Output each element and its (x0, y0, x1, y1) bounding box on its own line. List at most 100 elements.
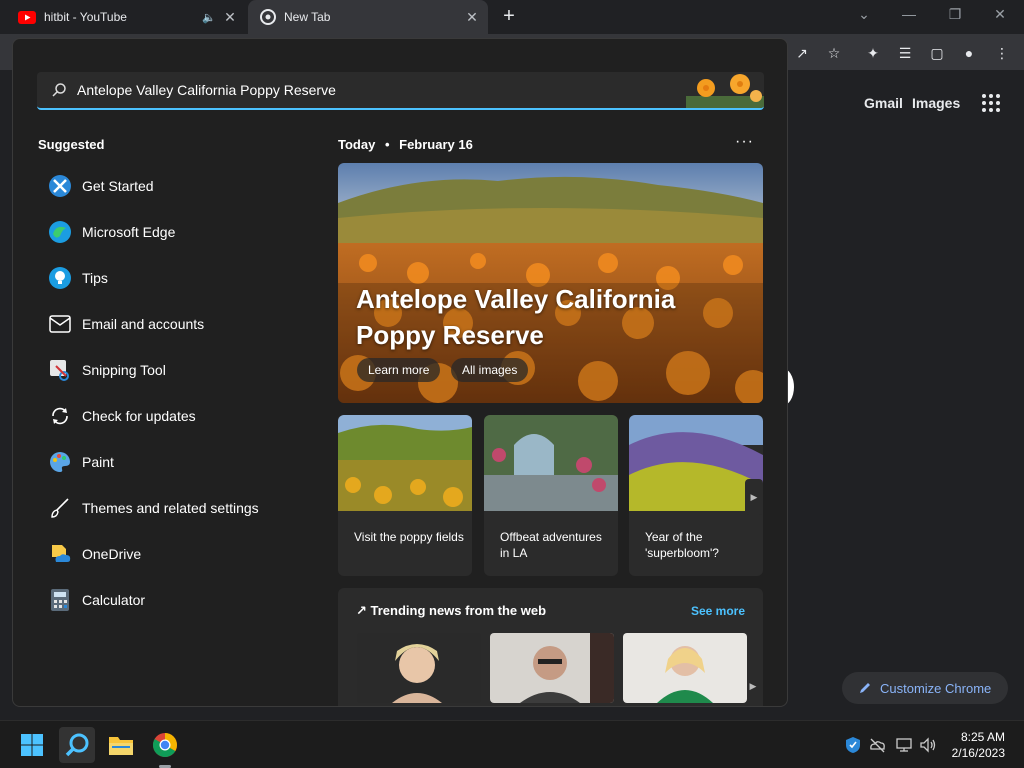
start-button[interactable] (14, 727, 50, 763)
tab-title: hitbit - YouTube (44, 10, 127, 24)
search-icon (52, 83, 66, 97)
today-header: Today • February 16 (338, 137, 473, 152)
gmail-link[interactable]: Gmail (864, 95, 903, 111)
restore-icon[interactable]: ❐ (943, 6, 967, 26)
pencil-icon (860, 683, 870, 693)
suggested-item-get-started[interactable]: Get Started (47, 170, 154, 202)
card-image (629, 415, 763, 511)
suggested-item-email[interactable]: Email and accounts (47, 308, 204, 340)
tips-icon (47, 265, 73, 291)
card-caption: Year of the 'superbloom'? (645, 530, 719, 560)
tab-new-tab[interactable]: New Tab ✕ (248, 0, 488, 34)
file-explorer-button[interactable] (103, 727, 139, 763)
trending-next-icon[interactable]: ▶ (746, 673, 760, 699)
suggested-item-check-updates[interactable]: Check for updates (47, 400, 196, 432)
speaker-icon[interactable]: 🔈 (202, 11, 220, 24)
windows-search-panel: Suggested Get Started Microsoft Edge Tip… (12, 38, 788, 707)
tab-youtube[interactable]: hitbit - YouTube 🔈 ✕ (8, 0, 246, 34)
chrome-icon (152, 733, 177, 758)
search-input[interactable] (77, 72, 677, 108)
close-tab-icon[interactable]: ✕ (462, 9, 482, 26)
extensions-icon[interactable]: ✦ (864, 44, 882, 62)
suggested-item-calculator[interactable]: Calculator (47, 584, 145, 616)
tab-search-chevron-icon[interactable]: ⌄ (852, 6, 876, 26)
suggested-item-label: Microsoft Edge (82, 224, 176, 240)
tab-strip: hitbit - YouTube 🔈 ✕ New Tab ✕ + ⌄ — ❐ ✕ (0, 0, 1024, 34)
suggested-item-microsoft-edge[interactable]: Microsoft Edge (47, 216, 175, 248)
suggested-item-label: Check for updates (82, 408, 196, 424)
suggested-item-label: Get Started (82, 178, 154, 194)
suggested-item-themes[interactable]: Themes and related settings (47, 492, 259, 524)
get-started-icon (47, 173, 73, 199)
paint-icon (47, 449, 73, 475)
card-caption: Offbeat adventures in LA (500, 530, 602, 560)
card-caption: Visit the poppy fields (354, 530, 464, 544)
suggested-item-label: Themes and related settings (82, 500, 259, 516)
card-image (338, 415, 472, 511)
chrome-taskbar-button[interactable] (147, 727, 183, 763)
learn-more-button[interactable]: Learn more (357, 358, 441, 382)
hero-title: Antelope Valley California Poppy Reserve (356, 284, 676, 350)
calculator-icon (47, 587, 73, 613)
story-card[interactable]: Year of the 'superbloom'? (629, 415, 763, 576)
folder-icon (109, 737, 133, 755)
suggested-item-label: Email and accounts (82, 316, 205, 332)
network-icon[interactable] (895, 736, 913, 754)
close-window-icon[interactable]: ✕ (988, 6, 1012, 26)
suggested-heading: Suggested (38, 137, 105, 152)
today-date: February 16 (399, 137, 473, 152)
search-icon (65, 733, 89, 757)
minimize-icon[interactable]: — (897, 6, 921, 26)
youtube-icon (18, 10, 36, 24)
close-tab-icon[interactable]: ✕ (220, 9, 240, 26)
hero-card[interactable]: Antelope Valley California Poppy Reserve… (338, 163, 763, 403)
volume-icon[interactable] (919, 736, 937, 754)
chrome-icon (260, 9, 276, 25)
suggested-item-label: Snipping Tool (82, 362, 166, 378)
trending-arrow-icon: ↗ (356, 603, 371, 618)
suggested-item-label: Tips (82, 270, 108, 286)
poppy-illustration (686, 74, 764, 108)
today-separator: • (384, 137, 390, 152)
customize-chrome-button[interactable]: Customize Chrome (842, 672, 1008, 704)
suggested-item-label: Calculator (82, 592, 146, 608)
snipping-tool-icon (47, 357, 73, 383)
side-panel-icon[interactable]: ▢ (928, 44, 946, 62)
share-icon[interactable]: ↗ (793, 44, 811, 62)
suggested-item-snipping-tool[interactable]: Snipping Tool (47, 354, 166, 386)
trending-thumbnail[interactable] (490, 633, 614, 703)
media-controls-icon[interactable]: ☰ (896, 44, 914, 62)
suggested-item-tips[interactable]: Tips (47, 262, 108, 294)
profile-icon[interactable]: ● (960, 44, 978, 62)
images-link[interactable]: Images (912, 95, 960, 111)
email-icon (47, 311, 73, 337)
new-tab-button[interactable]: + (498, 5, 520, 27)
more-options-icon[interactable]: ··· (735, 133, 754, 151)
taskbar-search-button[interactable] (59, 727, 95, 763)
carousel-next-icon[interactable]: ▶ (745, 479, 763, 515)
all-images-button[interactable]: All images (451, 358, 529, 382)
suggested-item-onedrive[interactable]: OneDrive (47, 538, 141, 570)
menu-kebab-icon[interactable]: ⋮ (993, 44, 1011, 62)
see-more-link[interactable]: See more (691, 604, 745, 618)
customize-chrome-label: Customize Chrome (880, 680, 992, 696)
brush-icon (47, 495, 73, 521)
story-card[interactable]: Offbeat adventures in LA (484, 415, 618, 576)
onedrive-icon (47, 541, 73, 567)
security-icon[interactable] (844, 736, 862, 754)
bookmark-star-icon[interactable]: ☆ (825, 44, 843, 62)
trending-thumbnail[interactable] (357, 633, 481, 703)
onedrive-offline-icon[interactable] (868, 736, 886, 754)
trending-heading: ↗ Trending news from the web (356, 603, 547, 618)
trending-thumbnail[interactable] (623, 633, 747, 703)
today-label: Today (338, 137, 376, 152)
suggested-item-label: OneDrive (82, 546, 142, 562)
google-apps-icon[interactable] (982, 94, 1000, 112)
taskbar: 8:25 AM 2/16/2023 (0, 720, 1024, 768)
windows-logo-icon (21, 734, 43, 756)
story-card[interactable]: Visit the poppy fields (338, 415, 472, 576)
search-box[interactable] (37, 72, 764, 110)
suggested-item-paint[interactable]: Paint (47, 446, 114, 478)
suggested-item-label: Paint (82, 454, 114, 470)
system-clock[interactable]: 8:25 AM 2/16/2023 (952, 729, 1005, 761)
